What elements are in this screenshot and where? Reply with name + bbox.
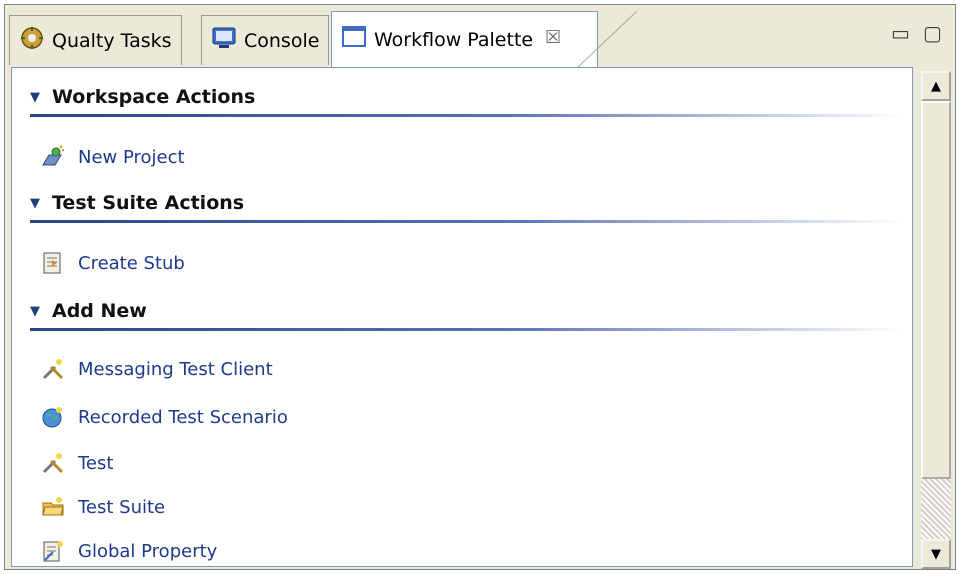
collapse-triangle-icon: ▼ [30, 195, 40, 211]
item-messaging-test-client[interactable]: Messaging Test Client [40, 354, 273, 384]
workflow-palette-view: Qualty Tasks Console Workflow Palette ☒ [4, 4, 956, 570]
property-icon [40, 538, 66, 564]
tab-console[interactable]: Console [201, 15, 330, 65]
arrow-down-icon: ▼ [931, 546, 941, 562]
scroll-track[interactable] [921, 479, 951, 539]
section-test-suite-actions[interactable]: ▼ Test Suite Actions [30, 188, 244, 218]
item-create-stub[interactable]: Create Stub [40, 248, 185, 278]
item-label: Test [78, 452, 114, 474]
item-new-project[interactable]: New Project [40, 142, 185, 172]
globe-icon [40, 404, 66, 430]
item-test[interactable]: Test [40, 448, 113, 478]
item-label: Test Suite [78, 496, 166, 518]
maximize-icon[interactable]: ▢ [923, 23, 942, 43]
section-divider [30, 328, 900, 331]
item-recorded-test-scenario[interactable]: Recorded Test Scenario [40, 402, 288, 432]
section-title: Add New [52, 300, 147, 322]
create-stub-icon [40, 250, 66, 276]
tools-icon [40, 356, 66, 382]
tab-label: Workflow Palette [374, 28, 534, 51]
quality-tasks-icon [19, 25, 45, 56]
section-divider [30, 114, 900, 117]
tab-bar: Qualty Tasks Console Workflow Palette ☒ [5, 5, 955, 68]
collapse-triangle-icon: ▼ [30, 89, 40, 105]
scroll-down-button[interactable]: ▼ [921, 539, 951, 569]
item-label: New Project [78, 146, 185, 168]
new-project-icon [40, 144, 66, 170]
item-label: Messaging Test Client [78, 358, 273, 380]
folder-icon [40, 494, 66, 520]
item-label: Create Stub [78, 252, 185, 274]
scroll-thumb[interactable] [921, 101, 951, 479]
section-title: Test Suite Actions [52, 192, 245, 214]
section-workspace-actions[interactable]: ▼ Workspace Actions [30, 82, 255, 112]
tools-icon [40, 450, 66, 476]
palette-icon [341, 24, 367, 55]
console-icon [211, 25, 237, 56]
arrow-up-icon: ▲ [931, 78, 941, 94]
tab-label: Console [244, 29, 320, 52]
section-add-new[interactable]: ▼ Add New [30, 296, 147, 326]
section-divider [30, 220, 900, 223]
tab-workflow-palette[interactable]: Workflow Palette ☒ [331, 11, 638, 68]
item-label: Global Property [78, 540, 218, 562]
tab-quality-tasks[interactable]: Qualty Tasks [9, 15, 182, 65]
close-tab-icon[interactable]: ☒ [545, 27, 561, 48]
vertical-scrollbar[interactable]: ▲ ▼ [921, 71, 951, 569]
section-title: Workspace Actions [52, 86, 256, 108]
item-test-suite[interactable]: Test Suite [40, 492, 165, 522]
scroll-up-button[interactable]: ▲ [921, 71, 951, 101]
item-global-property[interactable]: Global Property [40, 536, 217, 566]
tab-label: Qualty Tasks [52, 29, 172, 52]
item-label: Recorded Test Scenario [78, 406, 288, 428]
collapse-triangle-icon: ▼ [30, 303, 40, 319]
palette-content: ▼ Workspace Actions New Project ▼ Test S… [11, 67, 913, 567]
minimize-icon[interactable]: ▭ [891, 23, 910, 43]
